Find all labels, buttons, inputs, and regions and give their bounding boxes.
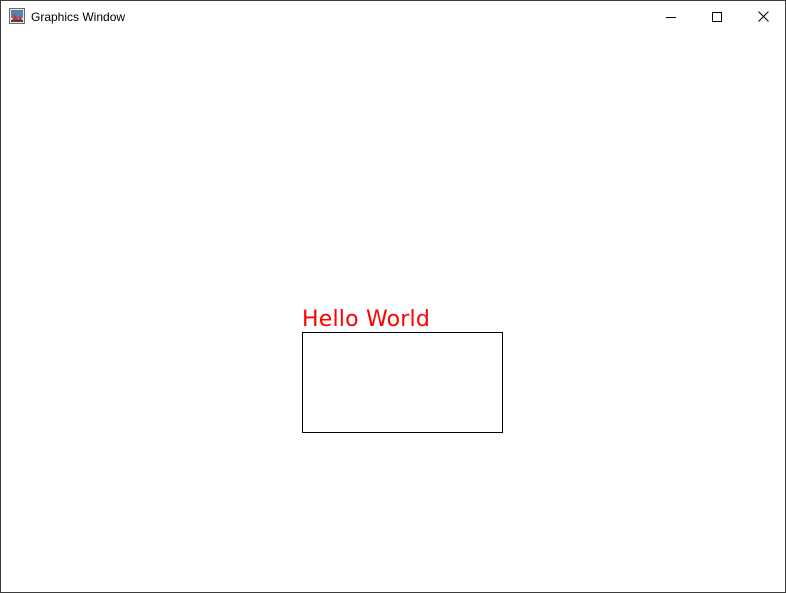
java-app-icon	[9, 8, 25, 24]
hello-world-text: Hello World	[302, 307, 431, 332]
close-icon	[757, 11, 769, 22]
minimize-button[interactable]	[648, 1, 694, 32]
title-bar[interactable]: Graphics Window	[1, 1, 785, 32]
close-button[interactable]	[740, 1, 785, 32]
window-title: Graphics Window	[31, 10, 126, 24]
rectangle-shape	[302, 332, 503, 433]
maximize-icon	[712, 11, 722, 22]
maximize-button[interactable]	[694, 1, 740, 32]
graphics-window: Graphics Window Hello World	[0, 0, 786, 593]
minimize-icon	[666, 16, 676, 18]
drawing-canvas[interactable]: Hello World	[1, 32, 785, 592]
